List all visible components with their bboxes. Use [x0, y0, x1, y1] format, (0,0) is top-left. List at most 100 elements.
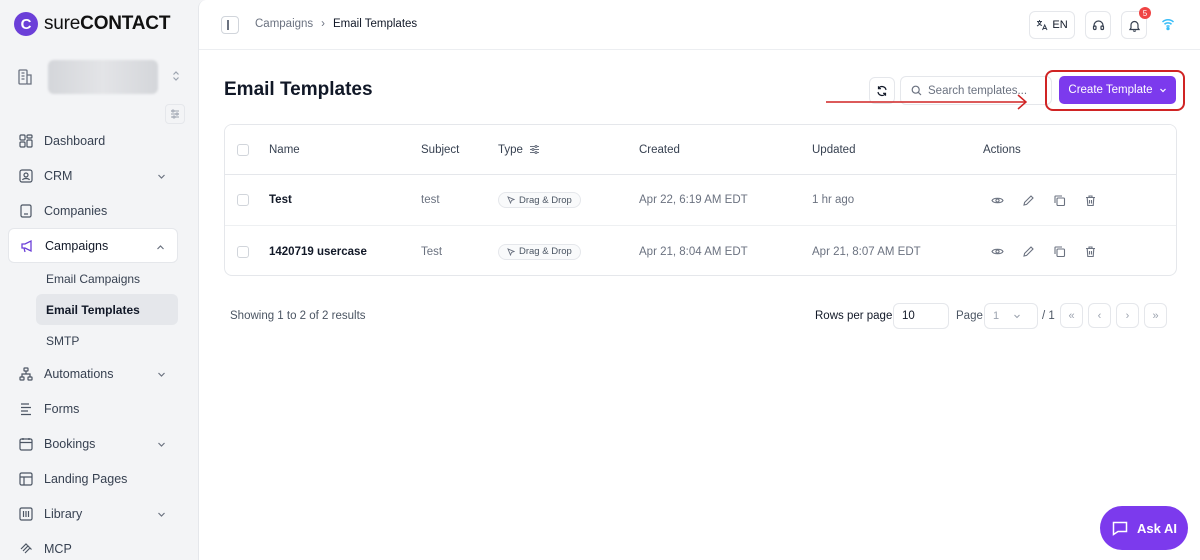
- ask-ai-button[interactable]: Ask AI: [1100, 506, 1188, 550]
- sidebar-item-forms[interactable]: Forms: [8, 391, 178, 426]
- form-icon: [18, 401, 34, 417]
- sidebar-item-dashboard[interactable]: Dashboard: [8, 123, 178, 158]
- sidebar-item-landing-pages[interactable]: Landing Pages: [8, 461, 178, 496]
- sidebar-item-automations[interactable]: Automations: [8, 356, 178, 391]
- sidebar-item-label: Landing Pages: [44, 471, 128, 486]
- column-header-subject[interactable]: Subject: [421, 125, 459, 174]
- headset-icon: [1092, 19, 1104, 30]
- sidebar-item-mcp[interactable]: MCP: [8, 531, 178, 560]
- duplicate-icon[interactable]: [1051, 192, 1067, 208]
- sidebar-item-label: Bookings: [44, 436, 96, 451]
- select-all-cell: [237, 125, 249, 174]
- template-updated: 1 hr ago: [812, 194, 855, 206]
- trash-icon[interactable]: [1082, 244, 1098, 260]
- table-row[interactable]: 1420719 usercase Test Drag & Drop Apr 21…: [225, 226, 1176, 275]
- page-title: Email Templates: [224, 79, 373, 100]
- template-name[interactable]: Test: [269, 175, 292, 225]
- chevron-down-icon: [157, 508, 166, 522]
- chevron-updown-icon: [172, 70, 180, 85]
- sidebar-item-label: Library: [44, 506, 83, 521]
- library-icon: [18, 506, 34, 522]
- sidebar-item-label: Forms: [44, 401, 80, 416]
- calendar-icon: [18, 436, 34, 452]
- sidebar-subitem-smtp[interactable]: SMTP: [36, 325, 178, 356]
- template-updated: Apr 21, 8:07 AM EDT: [812, 245, 921, 258]
- preview-eye-icon[interactable]: [989, 192, 1005, 208]
- page-total: / 1: [1042, 310, 1055, 322]
- sidebar-subitem-email-campaigns[interactable]: Email Campaigns: [36, 263, 178, 294]
- table-row[interactable]: Test test Drag & Drop Apr 22, 6:19 AM ED…: [225, 175, 1176, 226]
- contact-card-icon: [18, 168, 34, 184]
- sidebar-settings-button[interactable]: [165, 104, 185, 124]
- create-template-label: Create Template: [1068, 84, 1153, 96]
- preview-eye-icon[interactable]: [989, 244, 1005, 260]
- trash-icon[interactable]: [1082, 192, 1098, 208]
- select-all-checkbox[interactable]: [237, 143, 249, 156]
- edit-pencil-icon[interactable]: [1020, 192, 1036, 208]
- main-panel: Campaigns › Email Templates EN 5 Email T…: [198, 0, 1200, 560]
- building-icon: [14, 66, 36, 88]
- rows-per-page-input[interactable]: 10: [893, 303, 949, 329]
- building-icon: [18, 203, 34, 219]
- sidebar-item-campaigns[interactable]: Campaigns: [8, 228, 178, 263]
- row-actions: [989, 226, 1113, 275]
- chevron-down-icon: [157, 170, 166, 184]
- sidebar-item-crm[interactable]: CRM: [8, 158, 178, 193]
- row-checkbox[interactable]: [237, 245, 249, 258]
- chevron-down-icon: [1159, 88, 1166, 93]
- sidebar-item-library[interactable]: Library: [8, 496, 178, 531]
- ask-ai-label: Ask AI: [1137, 520, 1177, 536]
- column-header-name[interactable]: Name: [269, 125, 300, 174]
- breadcrumb-campaigns[interactable]: Campaigns: [255, 18, 313, 30]
- support-button[interactable]: [1085, 11, 1111, 39]
- row-checkbox[interactable]: [237, 194, 249, 206]
- sidebar-toggle-button[interactable]: [221, 16, 239, 34]
- brand-name-bold: CONTACT: [80, 13, 171, 34]
- sidebar-item-companies[interactable]: Companies: [8, 193, 178, 228]
- duplicate-icon[interactable]: [1051, 244, 1067, 260]
- brand-logo[interactable]: C sureCONTACT: [14, 12, 170, 36]
- workspace-switcher[interactable]: [14, 58, 184, 96]
- first-page-button[interactable]: «: [1060, 303, 1083, 328]
- sidebar-item-label: Dashboard: [44, 133, 106, 148]
- chevron-down-icon: [1014, 314, 1021, 319]
- sidebar: C sureCONTACT Dashboard CRM Companies Ca…: [0, 0, 198, 560]
- connection-status-icon[interactable]: [1161, 17, 1175, 36]
- filter-icon: [529, 145, 539, 154]
- sliders-icon: [171, 109, 179, 119]
- template-type-badge: Drag & Drop: [498, 243, 581, 260]
- notifications-button[interactable]: 5: [1121, 7, 1151, 39]
- dashboard-icon: [18, 133, 34, 149]
- sidebar-item-bookings[interactable]: Bookings: [8, 426, 178, 461]
- edit-pencil-icon[interactable]: [1020, 244, 1036, 260]
- column-header-type[interactable]: Type: [498, 125, 540, 174]
- template-type-label: Drag & Drop: [519, 246, 572, 257]
- megaphone-icon: [19, 238, 35, 254]
- mcp-icon: [18, 541, 34, 557]
- table-header-row: Name Subject Type Created Updated Action…: [225, 125, 1176, 175]
- last-page-button[interactable]: »: [1144, 303, 1167, 328]
- template-name[interactable]: 1420719 usercase: [269, 226, 367, 275]
- sidebar-item-label: CRM: [44, 168, 73, 183]
- prev-page-button[interactable]: ‹: [1088, 303, 1111, 328]
- language-button[interactable]: EN: [1029, 11, 1075, 39]
- annotation-arrow: [826, 94, 1028, 110]
- chevron-down-icon: [157, 368, 166, 382]
- template-type-badge: Drag & Drop: [498, 192, 581, 208]
- brand-name: sureCONTACT: [44, 13, 170, 35]
- notification-badge: 5: [1139, 7, 1151, 19]
- row-select-cell: [237, 226, 249, 275]
- column-header-created[interactable]: Created: [639, 125, 680, 174]
- column-header-updated[interactable]: Updated: [812, 125, 855, 174]
- row-actions: [989, 175, 1113, 225]
- workspace-name-redacted: [48, 60, 158, 94]
- sidebar-item-label: MCP: [44, 541, 72, 556]
- logo-icon: C: [14, 12, 38, 36]
- template-created: Apr 22, 6:19 AM EDT: [639, 194, 748, 206]
- sidebar-subitem-email-templates[interactable]: Email Templates: [36, 294, 178, 325]
- create-template-button[interactable]: Create Template: [1059, 76, 1176, 104]
- next-page-button[interactable]: ›: [1116, 303, 1139, 328]
- row-select-cell: [237, 175, 249, 225]
- page-select[interactable]: 1: [984, 303, 1038, 329]
- drag-icon: [507, 247, 515, 256]
